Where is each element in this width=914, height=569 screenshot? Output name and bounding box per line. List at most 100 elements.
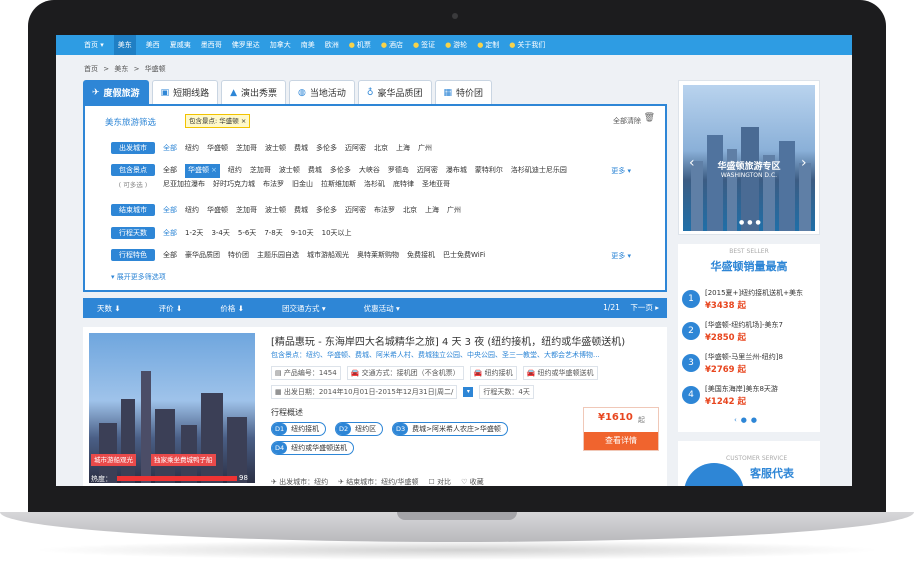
favorite-link[interactable]: ♡ 收藏	[461, 477, 484, 486]
transport-dropdown[interactable]: 团交通方式 ▾	[282, 303, 326, 314]
filter-option[interactable]: 拉斯维加斯	[321, 178, 356, 192]
filter-option[interactable]: 全部	[163, 164, 177, 178]
filter-option[interactable]: 底特律	[393, 178, 414, 192]
filter-option[interactable]: 尼亚加拉瀑布	[163, 178, 205, 192]
filter-option[interactable]: 5-6天	[238, 227, 256, 241]
filter-option[interactable]: 北京	[403, 204, 417, 218]
chevron-left-icon[interactable]: ‹	[689, 155, 695, 171]
filter-option[interactable]: 迈阿密	[345, 204, 366, 218]
filter-option[interactable]: 蒙特利尔	[475, 164, 503, 178]
compare-checkbox[interactable]: ☐ 对比	[429, 477, 452, 486]
chosen-filter-tag[interactable]: 包含景点: 华盛顿 ×	[185, 114, 251, 128]
filter-option[interactable]: 纽约	[228, 164, 242, 178]
filter-option[interactable]: 3-4天	[211, 227, 229, 241]
dates-dropdown-icon[interactable]: ▾	[463, 387, 474, 397]
view-details-button[interactable]: 查看详情	[584, 432, 658, 450]
filter-option[interactable]: 芝加哥	[236, 142, 257, 156]
nav-item-flights[interactable]: 机票	[349, 40, 371, 50]
more-spots-link[interactable]: 更多 ▾	[611, 166, 631, 176]
banner-image[interactable]: 华盛顿旅游专区 WASHINGTON D.C. ‹ › ●●●	[683, 85, 815, 231]
filter-option[interactable]: 波士顿	[265, 142, 286, 156]
filter-option[interactable]: 广州	[447, 204, 461, 218]
filter-option-selected[interactable]: 华盛顿 ×	[185, 164, 220, 178]
filter-option[interactable]: 好时巧克力城	[213, 178, 255, 192]
expand-more-filters[interactable]: ▾ 展开更多筛选项	[111, 272, 166, 282]
tab-special[interactable]: ▦ 特价团	[434, 80, 493, 104]
product-image[interactable]: 城市游船观光 独家乘坐费城鸭子船 热度： 98	[89, 333, 255, 483]
sort-by-price[interactable]: 价格 ⬇	[220, 303, 244, 314]
filter-option[interactable]: 北京	[374, 142, 388, 156]
breadcrumb-home[interactable]: 首页	[84, 65, 98, 73]
tab-shows[interactable]: ▲ 演出秀票	[221, 80, 287, 104]
filter-option[interactable]: 大峡谷	[359, 164, 380, 178]
filter-option[interactable]: 费城	[308, 164, 322, 178]
bestseller-item[interactable]: 1 [2015夏+]纽约接机送机+美东 ¥3438 起	[682, 288, 818, 314]
filter-option[interactable]: 华盛顿	[207, 204, 228, 218]
tab-local-activities[interactable]: ◍ 当地活动	[289, 80, 355, 104]
filter-option[interactable]: 芝加哥	[236, 204, 257, 218]
sort-by-days[interactable]: 天数 ⬇	[97, 303, 121, 314]
filter-option[interactable]: 罗德岛	[388, 164, 409, 178]
filter-option[interactable]: 上海	[396, 142, 410, 156]
nav-item-east[interactable]: 美东	[113, 35, 136, 55]
filter-option[interactable]: 费城	[294, 142, 308, 156]
nav-item-europe[interactable]: 欧洲	[325, 40, 339, 50]
nav-item-custom[interactable]: 定制	[477, 40, 499, 50]
filter-option[interactable]: 多伦多	[316, 204, 337, 218]
nav-item-hawaii[interactable]: 夏威夷	[170, 40, 191, 50]
filter-option[interactable]: 圣地亚哥	[422, 178, 450, 192]
filter-option[interactable]: 全部	[163, 227, 177, 241]
filter-option[interactable]: 波士顿	[279, 164, 300, 178]
bestseller-item[interactable]: 4 [美国东海岸]美东8天游 ¥1242 起	[682, 384, 818, 410]
filter-option[interactable]: 费城	[294, 204, 308, 218]
nav-item-hotels[interactable]: 酒店	[381, 40, 403, 50]
next-page-link[interactable]: 下一页 ▸	[630, 303, 659, 312]
remove-icon[interactable]: ×	[211, 166, 217, 174]
filter-option[interactable]: 波士顿	[265, 204, 286, 218]
filter-option[interactable]: 洛杉矶迪士尼乐园	[511, 164, 567, 178]
filter-option[interactable]: 特价团	[228, 249, 249, 263]
filter-option[interactable]: 布法罗	[263, 178, 284, 192]
product-title[interactable]: [精品惠玩 - 东海岸四大名城精华之旅] 4 天 3 夜 (纽约接机，纽约或华盛…	[271, 333, 625, 348]
filter-option[interactable]: 9-10天	[291, 227, 314, 241]
filter-option[interactable]: 迈阿密	[345, 142, 366, 156]
filter-option[interactable]: 多伦多	[316, 142, 337, 156]
tab-short-trips[interactable]: ▣ 短期线路	[151, 80, 219, 104]
filter-option[interactable]: 洛杉矶	[364, 178, 385, 192]
filter-option[interactable]: 免费接机	[407, 249, 435, 263]
filter-option[interactable]: 华盛顿	[207, 142, 228, 156]
filter-option[interactable]: 纽约	[185, 142, 199, 156]
bestseller-item[interactable]: 3 [华盛顿-马里兰州-纽约]8 ¥2769 起	[682, 352, 818, 378]
carousel-dots[interactable]: ●●●	[739, 219, 764, 226]
filter-option[interactable]: 奥特莱斯购物	[357, 249, 399, 263]
nav-item-west[interactable]: 美西	[146, 40, 160, 50]
more-features-link[interactable]: 更多 ▾	[611, 251, 631, 261]
tab-luxury[interactable]: ♁ 豪华品质团	[357, 80, 432, 104]
filter-option[interactable]: 广州	[418, 142, 432, 156]
filter-option[interactable]: 全部	[163, 249, 177, 263]
filter-option[interactable]: 旧金山	[292, 178, 313, 192]
filter-option[interactable]: 主题乐园自选	[257, 249, 299, 263]
filter-option[interactable]: 上海	[425, 204, 439, 218]
filter-option[interactable]: 纽约	[185, 204, 199, 218]
breadcrumb-east[interactable]: 美东	[114, 65, 128, 73]
nav-item-mexico[interactable]: 墨西哥	[201, 40, 222, 50]
filter-option[interactable]: 全部	[163, 204, 177, 218]
nav-item-florida[interactable]: 佛罗里达	[232, 40, 260, 50]
filter-option[interactable]: 1-2天	[185, 227, 203, 241]
sort-by-rating[interactable]: 评价 ⬇	[159, 303, 183, 314]
filter-option[interactable]: 迈阿密	[417, 164, 438, 178]
trash-icon[interactable]: 🗑	[644, 113, 655, 123]
nav-item-canada[interactable]: 加拿大	[270, 40, 291, 50]
nav-item-home[interactable]: 首页 ▾	[84, 40, 104, 50]
tab-vacation[interactable]: ✈ 度假旅游	[83, 80, 149, 104]
filter-option[interactable]: 7-8天	[264, 227, 282, 241]
filter-option[interactable]: 豪华品质团	[185, 249, 220, 263]
bestseller-pager-dots[interactable]: ‹●●	[734, 416, 761, 424]
filter-option[interactable]: 瀑布城	[446, 164, 467, 178]
checkbox-icon[interactable]: ☐	[429, 478, 438, 486]
nav-item-visa[interactable]: 签证	[413, 40, 435, 50]
filter-option[interactable]: 多伦多	[330, 164, 351, 178]
chevron-right-icon[interactable]: ›	[801, 155, 807, 171]
clear-all-link[interactable]: 全部清除	[613, 116, 641, 126]
